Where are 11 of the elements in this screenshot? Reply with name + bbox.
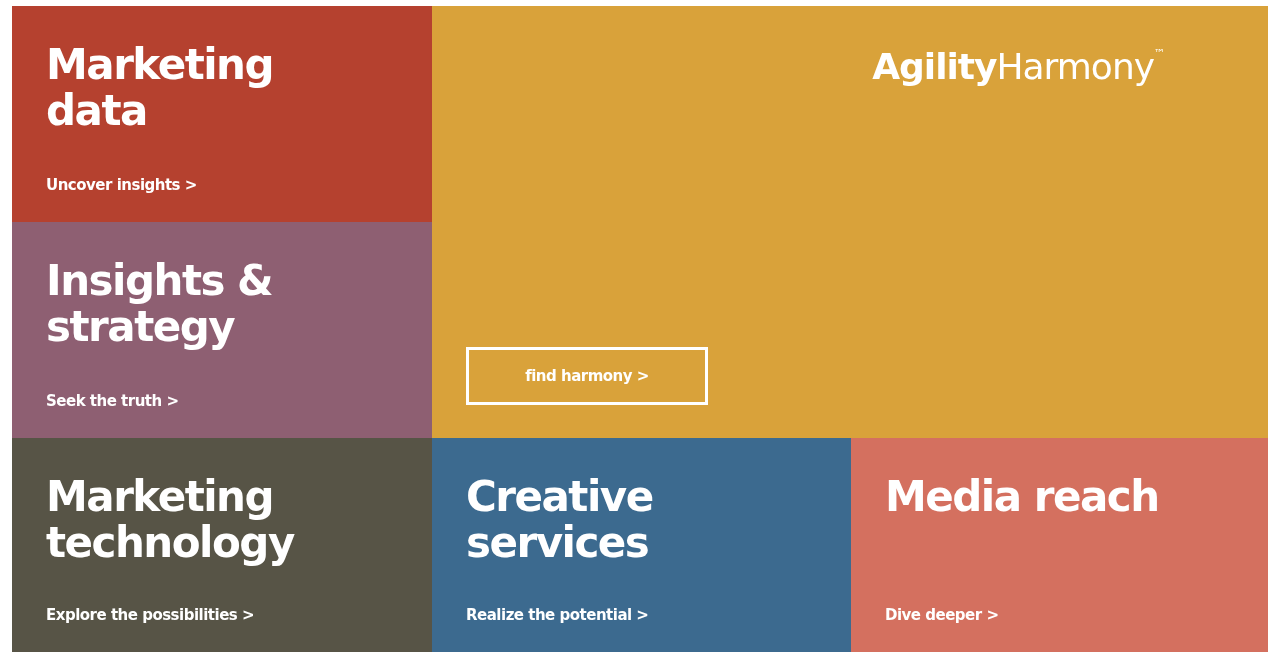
tile-link[interactable]: Explore the possibilities > [46,606,255,624]
tile-title: Marketing data [46,42,275,134]
tile-title: Insights & strategy [46,258,274,350]
tile-link[interactable]: Uncover insights > [46,176,197,194]
tile-link[interactable]: Realize the potential > [466,606,649,624]
brand-logo: AgilityHarmony$^{™}$ [872,46,1164,87]
tile-link[interactable]: Seek the truth > [46,392,179,410]
tile-title: Marketing technology [46,474,296,566]
tile-link[interactable]: Dive deeper > [885,606,999,624]
tile-title: Media reach [885,474,1160,520]
tile-title: Creative services [466,474,654,566]
